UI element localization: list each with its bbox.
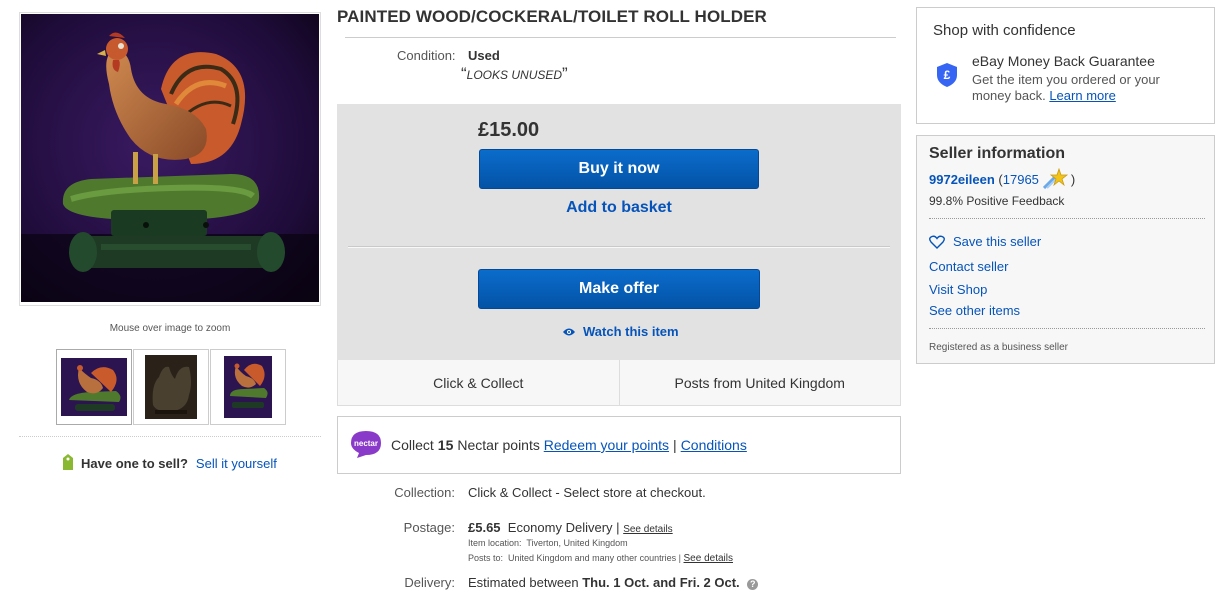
save-seller-label: Save this seller <box>953 234 1042 249</box>
nectar-logo-text: nectar <box>354 439 378 448</box>
item-location-label: Item location: <box>468 538 522 548</box>
heart-icon <box>929 235 945 249</box>
posts-to-value: United Kingdom and many other countries <box>508 553 677 563</box>
nectar-logo-icon: nectar <box>349 429 383 462</box>
postage-value: £5.65 Economy Delivery | See details <box>468 520 673 535</box>
see-other-items-link[interactable]: See other items <box>929 303 1020 318</box>
confidence-title: Shop with confidence <box>933 22 1076 39</box>
add-to-basket-link[interactable]: Add to basket <box>479 199 759 217</box>
seller-divider-1 <box>929 218 1205 219</box>
posts-to: Posts to: United Kingdom and many other … <box>468 553 733 564</box>
close-quote-glyph: ” <box>562 64 568 83</box>
redeem-points-link[interactable]: Redeem your points <box>544 437 669 453</box>
option-posts-from: Posts from United Kingdom <box>618 360 901 405</box>
nectar-points: 15 <box>437 437 454 453</box>
thumbnail-1[interactable] <box>56 349 132 425</box>
watch-label: Watch this item <box>583 324 679 339</box>
condition-note-text: LOOKS UNUSED <box>466 68 563 82</box>
postage-label: Postage: <box>403 520 455 535</box>
left-divider <box>19 436 321 437</box>
thumbnail-3-image <box>224 356 272 418</box>
seller-information-panel: Seller information 9972eileen ( 17965 ) … <box>916 135 1215 364</box>
thumbnail-3[interactable] <box>210 349 286 425</box>
money-back-shield-icon: £ <box>936 62 958 93</box>
shop-with-confidence-panel: Shop with confidence £ eBay Money Back G… <box>916 7 1215 124</box>
save-seller-link[interactable]: Save this seller <box>929 234 1041 249</box>
delivery-dates: Thu. 1 Oct. and Fri. 2 Oct. <box>582 575 740 590</box>
buy-it-now-button[interactable]: Buy it now <box>479 149 759 189</box>
delivery-prefix: Estimated between <box>468 575 579 590</box>
condition-note: “LOOKS UNUSED” <box>461 64 568 84</box>
postage-service: Economy Delivery <box>507 520 613 535</box>
seller-name-row: 9972eileen ( 17965 ) <box>929 167 1075 192</box>
buy-box: £15.00 Buy it now Add to basket Make off… <box>337 104 901 360</box>
visit-shop-link[interactable]: Visit Shop <box>929 282 987 297</box>
postage-separator: | <box>616 520 620 535</box>
money-back-guarantee: eBay Money Back Guarantee <box>972 53 1155 69</box>
watch-this-item-link[interactable]: Watch this item <box>563 324 679 339</box>
condition-value: Used <box>468 48 500 63</box>
title-divider <box>345 37 896 38</box>
thumbnail-strip <box>56 349 286 425</box>
thumbnail-2[interactable] <box>133 349 209 425</box>
thumbnail-1-image <box>61 358 127 416</box>
learn-more-link[interactable]: Learn more <box>1049 88 1115 103</box>
make-offer-button[interactable]: Make offer <box>478 269 760 309</box>
posts-to-label: Posts to: <box>468 553 504 563</box>
collection-value: Click & Collect - Select store at checko… <box>468 485 706 500</box>
condition-label: Condition: <box>397 48 456 63</box>
nectar-suffix: Nectar points <box>457 437 540 453</box>
delivery-value: Estimated between Thu. 1 Oct. and Fri. 2… <box>468 575 759 590</box>
item-title: PAINTED WOOD/COCKERAL/TOILET ROLL HOLDER <box>337 7 767 26</box>
item-location-value: Tiverton, United Kingdom <box>526 538 628 548</box>
guarantee-text: Get the item you ordered or your money b… <box>972 72 1192 104</box>
main-product-image[interactable] <box>19 12 321 306</box>
rooster-toilet-roll-holder-image <box>21 14 319 302</box>
sell-it-yourself-link[interactable]: Sell it yourself <box>196 456 277 471</box>
eye-icon <box>563 328 575 335</box>
nectar-separator: | <box>673 437 677 453</box>
sell-question: Have one to sell? <box>81 456 188 471</box>
option-click-collect: Click & Collect <box>433 374 524 391</box>
seller-divider-2 <box>929 328 1205 329</box>
posts-to-separator: | <box>678 553 681 563</box>
shield-glyph: £ <box>944 68 951 82</box>
buy-box-divider <box>348 247 890 248</box>
collection-label: Collection: <box>394 485 455 500</box>
zoom-hint: Mouse over image to zoom <box>109 323 231 334</box>
thumbnail-2-image <box>145 355 197 419</box>
posts-to-see-details-link[interactable]: See details <box>684 553 733 564</box>
delivery-label: Delivery: <box>404 575 455 590</box>
item-price: £15.00 <box>478 119 540 141</box>
nectar-conditions-link[interactable]: Conditions <box>681 437 747 453</box>
seller-info-title: Seller information <box>929 145 1066 162</box>
nectar-prefix: Collect <box>391 437 434 453</box>
item-location: Item location: Tiverton, United Kingdom <box>468 538 628 548</box>
feedback-score-link[interactable]: 17965 <box>1003 172 1039 187</box>
sell-prompt: Have one to sell? Sell it yourself <box>61 453 277 474</box>
contact-seller-link[interactable]: Contact seller <box>929 259 1008 274</box>
feedback-close-paren: ) <box>1070 172 1076 187</box>
seller-username-link[interactable]: 9972eileen <box>929 172 995 187</box>
business-seller-note: Registered as a business seller <box>929 342 1068 353</box>
shooting-star-icon <box>1042 167 1069 192</box>
price-tag-icon <box>61 453 75 474</box>
positive-feedback: 99.8% Positive Feedback <box>929 194 1065 208</box>
postage-see-details-link[interactable]: See details <box>623 524 672 535</box>
nectar-panel: nectar Collect 15 Nectar points Redeem y… <box>337 416 901 474</box>
help-icon[interactable]: ? <box>747 579 759 590</box>
delivery-options: Click & Collect Posts from United Kingdo… <box>337 360 901 406</box>
postage-price: £5.65 <box>468 520 501 535</box>
